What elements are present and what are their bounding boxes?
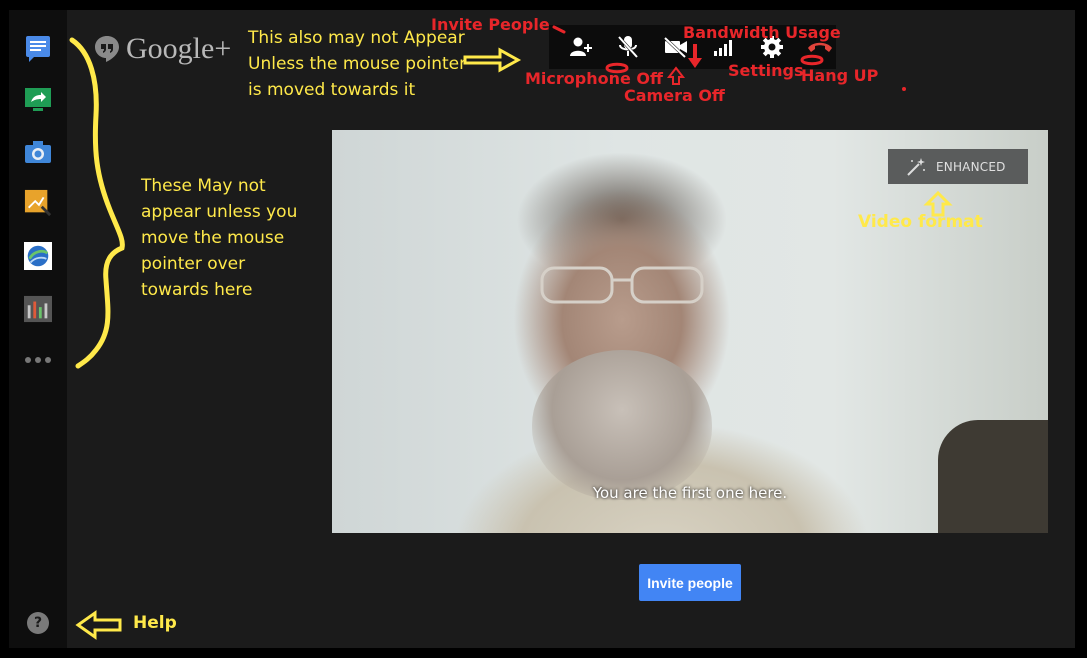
invite-people-icon[interactable] (567, 33, 595, 61)
google-earth-icon[interactable] (24, 242, 52, 270)
help-annotation: Help (133, 613, 177, 633)
hangouts-icon (95, 36, 119, 62)
video-background-sofa (938, 420, 1048, 533)
microphone-off-icon[interactable] (614, 33, 642, 61)
invite-people-button[interactable]: Invite people (639, 564, 741, 601)
more-icon[interactable] (24, 346, 52, 374)
sidebar-visibility-note: These May not appear unless you move the… (141, 176, 298, 300)
brand-name: Google+ (126, 32, 232, 65)
help-button[interactable]: ? (27, 612, 49, 634)
toolbar-visibility-note: This also may not Appear Unless the mous… (248, 28, 467, 100)
chat-icon[interactable] (24, 35, 52, 63)
call-status-text: You are the first one here. (592, 484, 788, 502)
effects-icon[interactable] (24, 189, 52, 217)
settings-annotation: Settings (728, 61, 804, 80)
google-plus-logo: Google+ (94, 32, 231, 66)
hang-up-annotation: Hang UP (801, 66, 879, 85)
app-sidebar: ? (9, 10, 67, 648)
camera-off-annotation: Camera Off (624, 86, 725, 105)
video-format-annotation: Video format (858, 212, 983, 232)
video-format-button[interactable]: ENHANCED (888, 149, 1028, 184)
equalizer-icon[interactable] (24, 295, 52, 323)
enhanced-label: ENHANCED (936, 159, 1006, 174)
video-person-beard (532, 350, 712, 500)
video-person-glasses (540, 266, 704, 304)
camera-icon[interactable] (24, 138, 52, 166)
hangout-window: ? Google+ ENHANCED You are the first one… (9, 10, 1075, 648)
magic-wand-icon (907, 157, 925, 176)
bandwidth-usage-annotation: Bandwidth Usage (683, 23, 841, 42)
invite-people-annotation: Invite People (431, 15, 550, 34)
self-video-feed: ENHANCED You are the first one here. (332, 130, 1048, 533)
screenshare-icon[interactable] (24, 86, 52, 114)
